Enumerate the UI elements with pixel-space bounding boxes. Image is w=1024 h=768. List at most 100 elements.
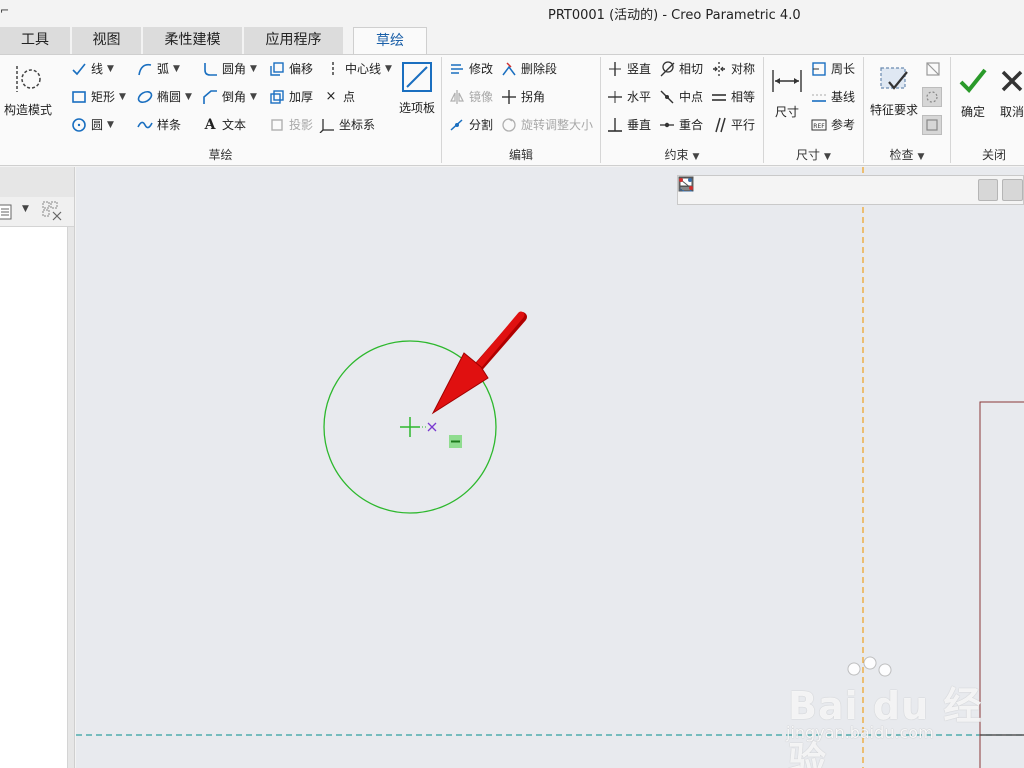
model-tree-list[interactable] [0,227,68,768]
chevron-down-icon[interactable]: ▼ [107,58,114,80]
fillet-icon [201,60,219,78]
perpendicular-label: 垂直 [627,118,652,132]
delete-segment-button[interactable]: 删除段 [500,58,557,80]
perimeter-button[interactable]: 周长 [810,58,855,80]
chevron-down-icon[interactable]: ▼ [824,152,831,162]
project-button[interactable]: 投影 [268,114,313,136]
chamfer-button[interactable]: 倒角 ▼ [201,86,257,108]
repaint-icon[interactable] [679,177,777,201]
shade-closed-loops-button[interactable] [922,114,945,136]
annotation-display-icon[interactable] [679,179,925,201]
tangent-label: 相切 [679,62,704,76]
view-manager-icon[interactable] [678,178,851,201]
tab-view[interactable]: 视图 [72,27,142,54]
thicken-label: 加厚 [289,90,314,104]
ellipse-button[interactable]: 椭圆 ▼ [136,86,192,108]
rotate-resize-button[interactable]: 旋转调整大小 [500,114,593,136]
modify-icon [448,60,466,78]
chevron-down-icon[interactable]: ▼ [250,58,257,80]
point-button[interactable]: × 点 [322,86,355,108]
palette-button[interactable]: 选项板 [394,59,440,116]
tangent-constraint-button[interactable]: 相切 [658,58,703,80]
inspect-group-label[interactable]: 检查 ▼ [864,146,950,164]
tab-tools[interactable]: 工具 [0,27,71,54]
perpendicular-constraint-button[interactable]: 垂直 [606,114,651,136]
text-button[interactable]: A 文本 [201,114,246,136]
parallel-label: 平行 [731,118,756,132]
coord-sys-button[interactable]: 坐标系 [318,114,375,136]
rotate-resize-label: 旋转调整大小 [521,118,594,132]
dimension-display-icon[interactable] [679,177,999,201]
cancel-button[interactable]: 取消 [994,63,1024,120]
vertical-label: 竖直 [627,62,652,76]
thicken-button[interactable]: 加厚 [268,86,313,108]
saved-views-icon[interactable] [679,177,826,201]
point-label: 点 [343,90,356,104]
highlight-open-ends-button[interactable] [922,86,945,108]
centerline-button[interactable]: 中心线 ▼ [324,58,392,80]
zoom-out-icon[interactable] [679,177,752,201]
chevron-down-icon[interactable]: ▼ [385,58,392,80]
divide-label: 分割 [469,118,494,132]
dimension-button[interactable]: 尺寸 [768,63,806,120]
line-button[interactable]: 线 ▼ [70,58,114,80]
ok-button[interactable]: 确定 [954,63,992,120]
modify-button[interactable]: 修改 [448,58,493,80]
constraint-group-label[interactable]: 约束 ▼ [601,146,763,164]
display-style-icon[interactable] [679,177,802,201]
show-filter-icon[interactable] [42,201,64,224]
text-icon: A [204,117,216,133]
feature-requirements-button[interactable]: 特征要求 [867,61,921,118]
mirror-button[interactable]: 镜像 [448,86,493,108]
ellipse-label: 椭圆 [157,90,182,104]
tab-sketch[interactable]: 草绘 [353,27,427,55]
equal-constraint-button[interactable]: 相等 [710,86,755,108]
tree-settings-icon[interactable] [0,203,14,224]
vertical-constraint-button[interactable]: 竖直 [606,58,651,80]
horizontal-constraint-button[interactable]: 水平 [606,86,651,108]
baseline-button[interactable]: 基线 [810,86,855,108]
chevron-down-icon[interactable]: ▼ [107,114,114,136]
overlapping-geometry-button[interactable] [924,58,945,80]
chevron-down-icon[interactable]: ▼ [185,86,192,108]
spline-icon [136,116,154,134]
palette-icon [399,59,435,95]
coincident-constraint-button[interactable]: 重合 [658,114,703,136]
offset-button[interactable]: 偏移 [268,58,313,80]
spin-center-icon[interactable] [679,177,900,201]
rectangle-button[interactable]: 矩形 ▼ [70,86,126,108]
vertex-display-icon[interactable] [679,178,1023,201]
divide-button[interactable]: 分割 [448,114,493,136]
zoom-in-icon[interactable] [679,177,728,201]
construction-mode-button[interactable]: 构造模式 [2,61,54,118]
chevron-down-icon[interactable]: ▼ [173,58,180,80]
chevron-down-icon[interactable]: ▼ [22,204,29,214]
mirror-icon [448,88,466,106]
datum-display-icon[interactable] [679,177,875,201]
corner-button[interactable]: 拐角 [500,86,545,108]
tab-flexible-modeling[interactable]: 柔性建模 [143,27,243,54]
vertical-constraint-icon [606,60,624,78]
chevron-down-icon[interactable]: ▼ [693,152,700,162]
tab-applications[interactable]: 应用程序 [244,27,344,54]
sketch-view-icon[interactable] [679,178,949,201]
chevron-down-icon[interactable]: ▼ [119,86,126,108]
quick-access-fragment[interactable]: ⌐ [0,4,9,17]
spline-button[interactable]: 样条 [136,114,181,136]
midpoint-constraint-button[interactable]: 中点 [658,86,703,108]
chevron-down-icon[interactable]: ▼ [918,152,925,162]
constraint-display-icon[interactable] [679,177,974,201]
divide-icon [448,116,466,134]
perpendicular-icon [606,116,624,134]
reference-button[interactable]: REF 参考 [810,114,855,136]
chevron-down-icon[interactable]: ▼ [250,86,257,108]
symmetric-constraint-button[interactable]: 对称 [710,58,755,80]
parallel-constraint-button[interactable]: 平行 [710,114,755,136]
dimension-group-label[interactable]: 尺寸 ▼ [764,146,863,164]
arc-icon [136,60,154,78]
cancel-label: 取消 [999,105,1024,119]
checkmark-icon [955,63,991,99]
arc-button[interactable]: 弧 ▼ [136,58,180,80]
fillet-button[interactable]: 圆角 ▼ [201,58,257,80]
circle-button[interactable]: 圆 ▼ [70,114,114,136]
